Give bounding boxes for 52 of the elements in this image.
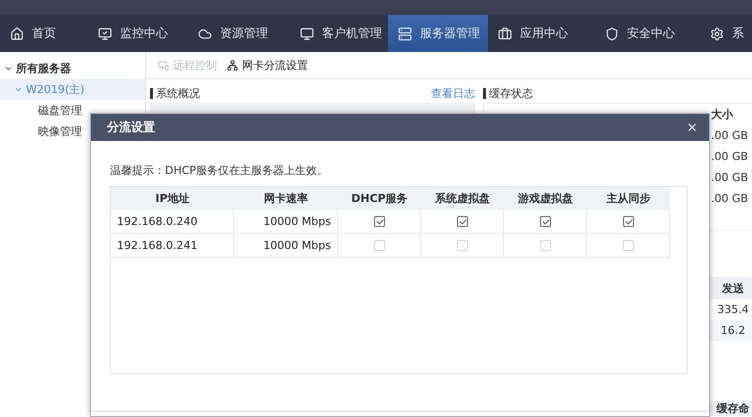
caret-icon: [14, 85, 23, 94]
table-cell: 192.168.0.241: [111, 234, 234, 258]
nav-tab[interactable]: 监控中心: [88, 15, 188, 52]
table-cell-text: 335.4: [716, 302, 750, 318]
tree-item[interactable]: 磁盘管理: [0, 100, 145, 121]
cloud-icon: [198, 26, 212, 40]
panel-title: 缓存状态: [483, 88, 533, 98]
column-header: DHCP服务: [338, 187, 421, 210]
table-cell: 192.168.0.240: [111, 210, 234, 234]
table-cell: 10000 Mbps: [234, 210, 338, 234]
network-icon: [227, 60, 238, 70]
table-cell-text: 16.2: [720, 323, 746, 339]
hint-text: 温馨提示：DHCP服务仅在主服务器上生效。: [110, 163, 330, 178]
nav-tab[interactable]: 系: [700, 15, 752, 52]
column-header: 游戏虚拟盘: [504, 187, 587, 210]
table-cell: 10000 Mbps: [234, 234, 338, 258]
checkbox[interactable]: [456, 216, 468, 227]
column-header: 系统虚拟盘: [421, 187, 504, 210]
nav-tab[interactable]: 客户机管理: [290, 15, 388, 52]
dialog-title: 分流设置: [107, 119, 155, 136]
caret-icon: [4, 64, 13, 73]
close-button[interactable]: ×: [687, 119, 697, 136]
table-cell-text: .00 GB: [711, 170, 750, 186]
view-log-link[interactable]: 查看日志: [431, 86, 475, 100]
nav-tab[interactable]: 应用中心: [488, 15, 595, 52]
tree-item[interactable]: 所有服务器: [0, 58, 145, 79]
server-icon: [398, 26, 412, 40]
column-header: IP地址: [111, 187, 234, 210]
remote-icon: [158, 60, 169, 70]
table-cell-text: .00 GB: [711, 128, 750, 144]
checkbox[interactable]: [374, 216, 384, 227]
checkbox[interactable]: [540, 216, 550, 227]
nav-tab[interactable]: 首页: [0, 15, 88, 52]
panel-title: 系统概况: [150, 88, 200, 98]
nav-tab[interactable]: 资源管理: [188, 15, 290, 52]
column-header: 发送: [720, 280, 745, 296]
home-icon: [10, 26, 24, 40]
desktop-icon: [300, 26, 314, 40]
column-header: 主从同步: [587, 187, 670, 210]
briefcase-icon: [498, 26, 512, 40]
nav-tab[interactable]: 服务器管理: [388, 15, 488, 52]
table-cell-text: .00 GB: [711, 191, 750, 207]
table-cell-text: .00 GB: [711, 149, 750, 165]
checkbox[interactable]: [622, 216, 634, 227]
shield-icon: [605, 26, 619, 40]
column-header: 大小: [711, 107, 734, 123]
nav-tab[interactable]: 安全中心: [595, 15, 700, 52]
section-title: 缓存命: [716, 401, 750, 416]
settings-icon: [710, 26, 724, 40]
toolbar-button[interactable]: 网卡分流设置: [227, 58, 308, 72]
monitor-icon: [98, 26, 112, 40]
column-header: 网卡速率: [234, 187, 338, 210]
